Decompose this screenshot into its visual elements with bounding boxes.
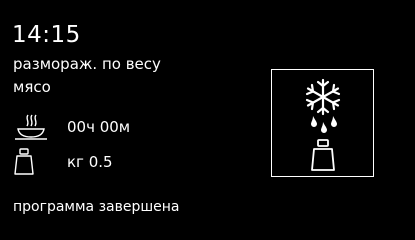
defrost-snowflake-weight-icon: [305, 78, 341, 171]
oven-display-screen: 14:15 размораж. по весу мясо 00ч 00м кг …: [0, 0, 415, 240]
clock: 14:15: [12, 22, 81, 48]
program-icon-frame: [271, 69, 374, 177]
food-type: мясо: [13, 78, 51, 96]
weight-value: кг 0.5: [67, 153, 113, 171]
status-message: программа завершена: [13, 199, 180, 215]
weight-icon: [13, 148, 49, 176]
steaming-dish-icon: [13, 113, 49, 141]
program-name: размораж. по весу: [13, 55, 161, 73]
duration-value: 00ч 00м: [67, 118, 131, 136]
